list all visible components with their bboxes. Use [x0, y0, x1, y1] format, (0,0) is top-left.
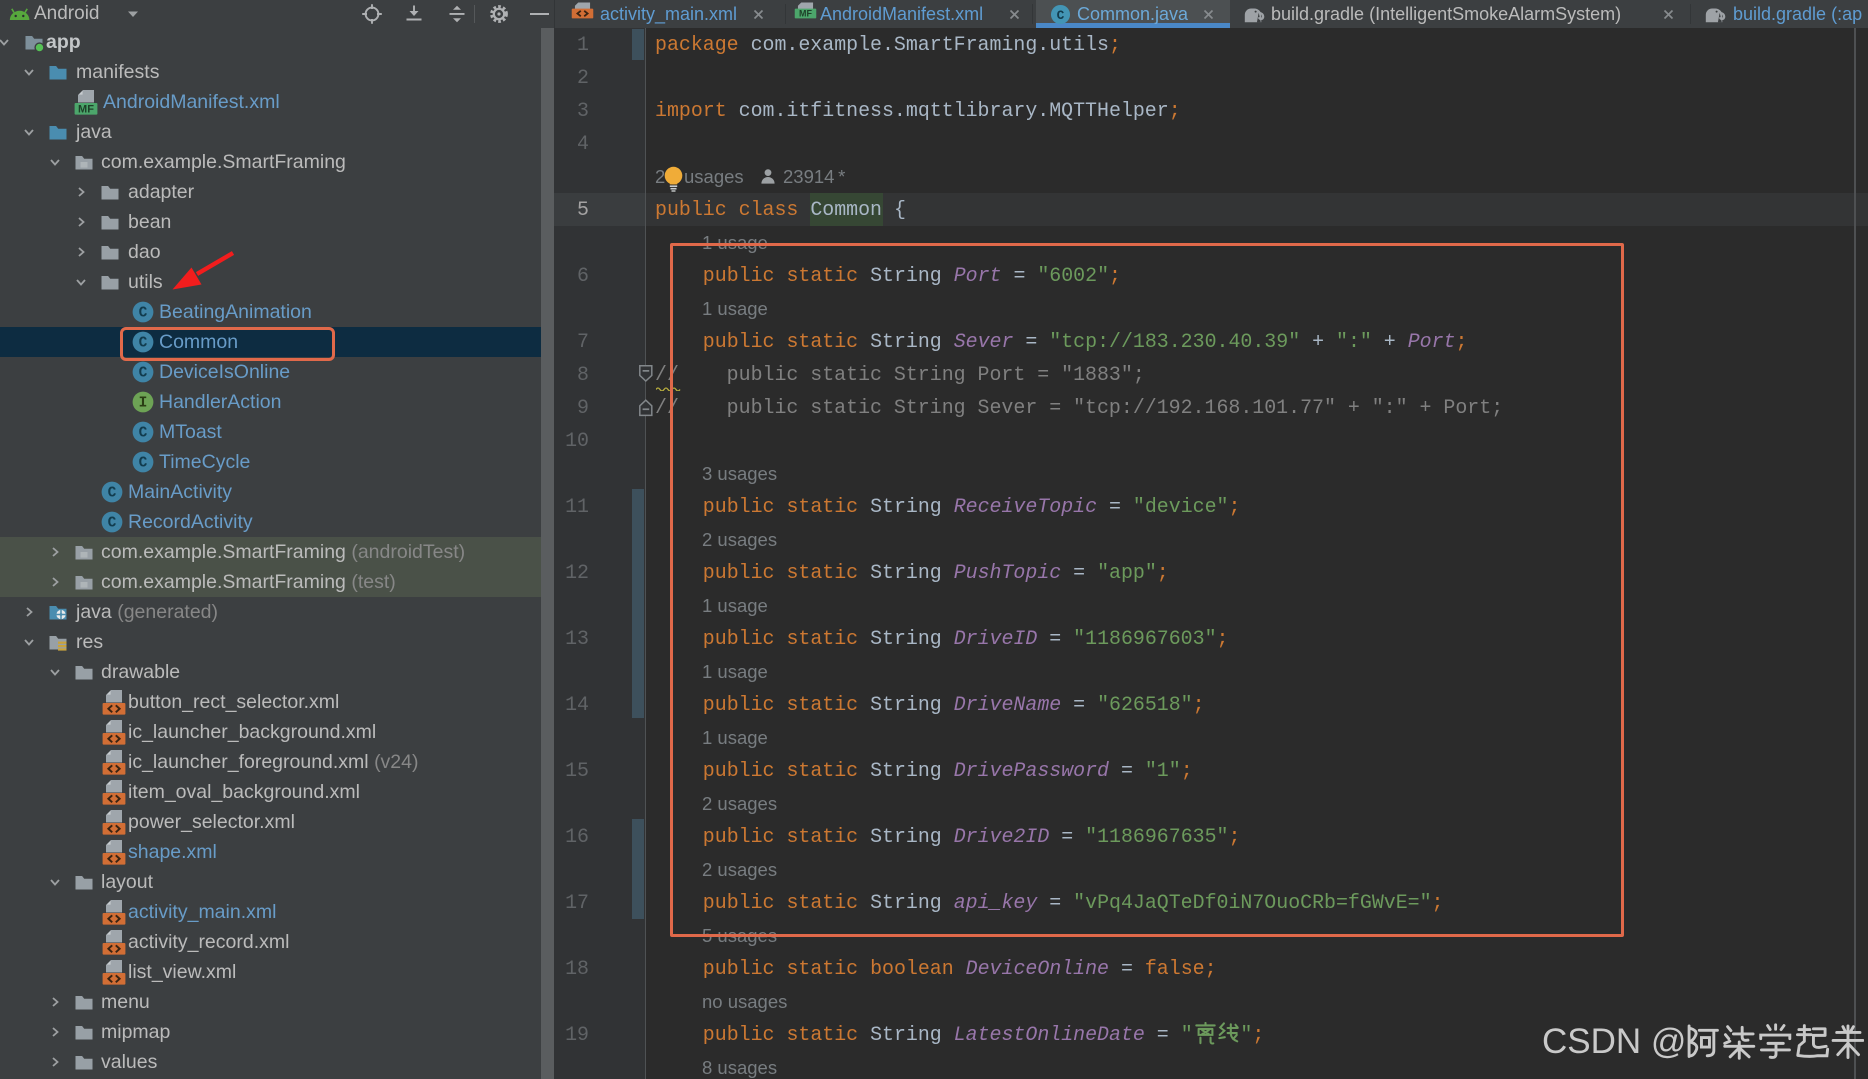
svg-text:C: C [108, 486, 117, 502]
svg-text:C: C [108, 516, 117, 532]
svg-text:MF: MF [799, 9, 812, 19]
svg-text:MF: MF [78, 104, 94, 115]
svg-text:I: I [139, 396, 148, 412]
svg-text:C: C [139, 366, 148, 382]
svg-text:C: C [139, 306, 148, 322]
svg-text:C: C [1057, 8, 1065, 23]
svg-text:C: C [139, 426, 148, 442]
svg-text:C: C [139, 456, 148, 472]
